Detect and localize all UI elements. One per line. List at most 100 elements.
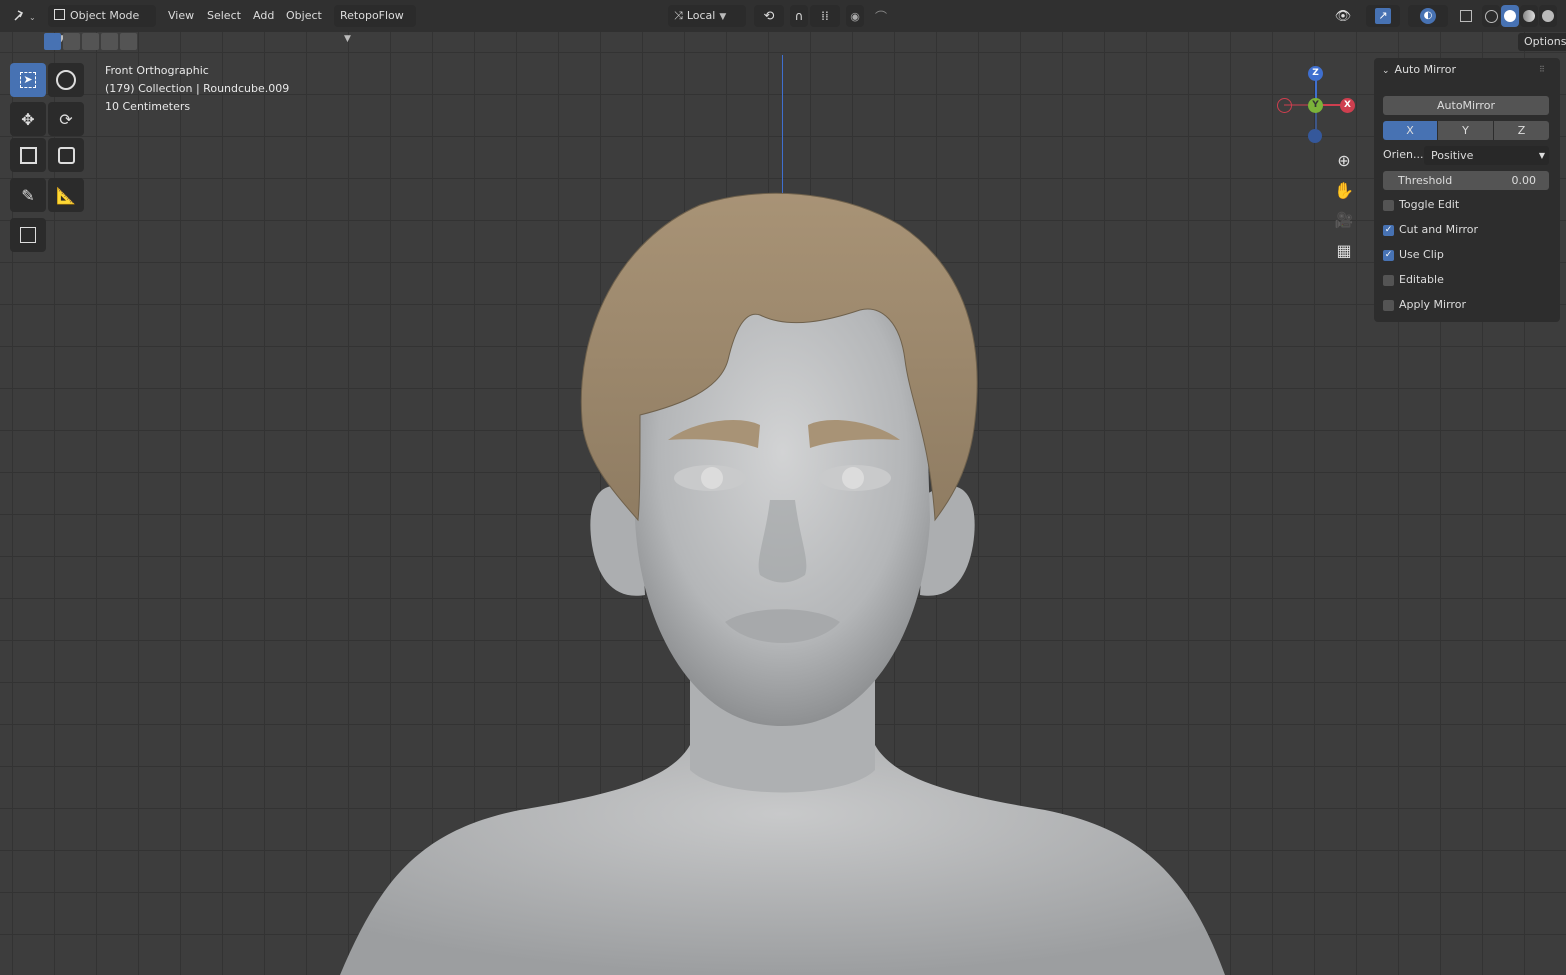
shading-solid[interactable] <box>1501 5 1519 27</box>
material-sphere-icon <box>1523 10 1535 22</box>
zoom-button[interactable]: ⊕ <box>1331 147 1357 173</box>
panel-title: Auto Mirror <box>1394 63 1456 76</box>
checkbox-label: Toggle Edit <box>1399 198 1460 211</box>
snap-target-dropdown[interactable]: ⁞⁞ <box>810 5 840 27</box>
options-button[interactable]: Options <box>1518 33 1566 51</box>
hand-icon: ✋ <box>1334 180 1354 200</box>
retopoflow-menu[interactable]: RetopoFlow ▼ <box>334 5 416 44</box>
drag-handle-icon[interactable]: ⠿ <box>1539 65 1545 74</box>
add-cube-icon <box>20 227 36 243</box>
chevron-down-icon: ▼ <box>719 12 727 22</box>
object-mode-icon <box>54 9 65 20</box>
add-cube-tool[interactable] <box>10 218 46 252</box>
gizmo-toggle[interactable]: ↗ <box>1366 5 1400 27</box>
transform-tool[interactable] <box>48 138 84 172</box>
gizmo-y-axis[interactable]: Y <box>1308 98 1323 113</box>
mode-label: Object Mode <box>70 9 140 22</box>
menu-view[interactable]: View <box>168 5 194 27</box>
menu-add[interactable]: Add <box>253 5 274 27</box>
checkbox-label: Apply Mirror <box>1399 298 1466 311</box>
gizmo-neg-z[interactable] <box>1308 129 1322 143</box>
camera-icon: 🎥 <box>1334 211 1354 229</box>
toggle-edit-checkbox[interactable]: Toggle Edit <box>1383 198 1459 212</box>
chevron-down-icon: ▼ <box>1538 151 1545 160</box>
camera-view-button[interactable]: 🎥 <box>1331 207 1357 233</box>
measure-tool[interactable]: 📐 <box>48 178 84 212</box>
pan-button[interactable]: ✋ <box>1331 177 1357 203</box>
panel-header[interactable]: ⌄ Auto Mirror <box>1382 63 1456 77</box>
zoom-icon: ⊕ <box>1337 150 1351 170</box>
gizmo-z-axis[interactable]: Z <box>1308 66 1323 81</box>
shading-rendered[interactable] <box>1539 5 1557 27</box>
proportional-edit-toggle[interactable]: ◉ <box>846 5 864 27</box>
gizmo-x-label: X <box>1344 100 1351 110</box>
snap-grid-icon: ⁞⁞ <box>821 9 829 23</box>
checkmark-icon: ✓ <box>1383 249 1394 261</box>
ortho-toggle-button[interactable]: ▦ <box>1331 237 1357 263</box>
orientation-label: Local <box>686 9 716 22</box>
xray-toggle[interactable] <box>1456 5 1476 27</box>
use-clip-checkbox[interactable]: ✓ Use Clip <box>1383 248 1444 262</box>
select-intersect-button[interactable] <box>120 33 137 50</box>
visibility-dropdown[interactable]: 👁 <box>1326 5 1360 27</box>
select-subtract-button[interactable] <box>82 33 99 50</box>
apply-mirror-checkbox[interactable]: Apply Mirror <box>1383 298 1466 312</box>
transform-orientation-dropdown[interactable]: ⤨ Local ▼ <box>668 5 746 27</box>
editor-type-icon: ⌄ <box>14 10 36 22</box>
gizmo-x-axis[interactable]: X <box>1340 98 1355 113</box>
select-box-tool[interactable]: ➤ <box>10 63 46 97</box>
checkmark-icon: ✓ <box>1383 224 1394 236</box>
move-tool[interactable]: ✥ <box>10 102 46 136</box>
axis-x-button[interactable]: X <box>1383 121 1437 140</box>
overlays-toggle[interactable]: ◐ <box>1408 5 1448 27</box>
pivot-point-dropdown[interactable]: ⟲ <box>754 5 784 27</box>
scale-tool[interactable] <box>10 138 46 172</box>
axis-y-button[interactable]: Y <box>1438 121 1493 140</box>
grid-icon: ▦ <box>1336 240 1352 260</box>
checkbox-box <box>1383 199 1394 211</box>
collection-info: (179) Collection | Roundcube.009 <box>105 82 290 95</box>
chevron-down-icon: ⌄ <box>1382 66 1390 76</box>
select-extend-button[interactable] <box>63 33 80 50</box>
viewport-header: ⌄ Object Mode▼ View Select Add Object Re… <box>0 0 1566 44</box>
shading-material[interactable] <box>1520 5 1538 27</box>
retopoflow-label: RetopoFlow <box>340 9 404 22</box>
checkbox-box <box>1383 299 1394 311</box>
menu-select[interactable]: Select <box>207 5 241 27</box>
falloff-dropdown[interactable]: ⌒ <box>866 5 896 27</box>
snap-toggle[interactable]: ∩ <box>790 5 808 27</box>
cursor-tool[interactable] <box>48 63 84 97</box>
cut-and-mirror-checkbox[interactable]: ✓ Cut and Mirror <box>1383 223 1478 237</box>
gizmo-icon: ↗ <box>1375 8 1391 24</box>
svg-text:⌄: ⌄ <box>29 13 36 22</box>
chevron-down-icon: ▼ <box>344 34 351 44</box>
editable-checkbox[interactable]: Editable <box>1383 273 1444 287</box>
pencil-icon: ✎ <box>21 185 35 205</box>
menu-object[interactable]: Object <box>286 5 322 27</box>
annotate-tool[interactable]: ✎ <box>10 178 46 212</box>
ruler-icon: 📐 <box>56 185 76 205</box>
shading-wireframe[interactable] <box>1482 5 1500 27</box>
select-difference-button[interactable] <box>101 33 118 50</box>
gizmo-y-label: Y <box>1312 100 1319 110</box>
rotate-icon: ⟳ <box>59 109 73 129</box>
solid-sphere-icon <box>1504 10 1516 22</box>
proportional-icon: ◉ <box>850 9 860 23</box>
axis-z-button[interactable]: Z <box>1494 121 1549 140</box>
select-new-button[interactable] <box>44 33 61 50</box>
wireframe-sphere-icon <box>1484 9 1498 23</box>
move-arrows-icon: ✥ <box>21 109 35 129</box>
checkbox-label: Use Clip <box>1399 248 1444 261</box>
threshold-field[interactable]: Threshold 0.00 <box>1383 171 1549 190</box>
mode-dropdown[interactable]: Object Mode▼ <box>48 5 156 44</box>
editor-type-dropdown[interactable]: ⌄ <box>10 5 40 27</box>
rotate-tool[interactable]: ⟳ <box>48 102 84 136</box>
checkbox-label: Editable <box>1399 273 1444 286</box>
xray-icon <box>1460 10 1472 22</box>
gizmo-z-label: Z <box>1312 68 1319 78</box>
automirror-button[interactable]: AutoMirror <box>1383 96 1549 115</box>
selection-mode-buttons <box>44 33 137 51</box>
gizmo-neg-x[interactable] <box>1277 98 1292 113</box>
magnet-icon: ∩ <box>794 9 804 23</box>
orientation-dropdown[interactable]: Positive ▼ <box>1424 146 1549 165</box>
